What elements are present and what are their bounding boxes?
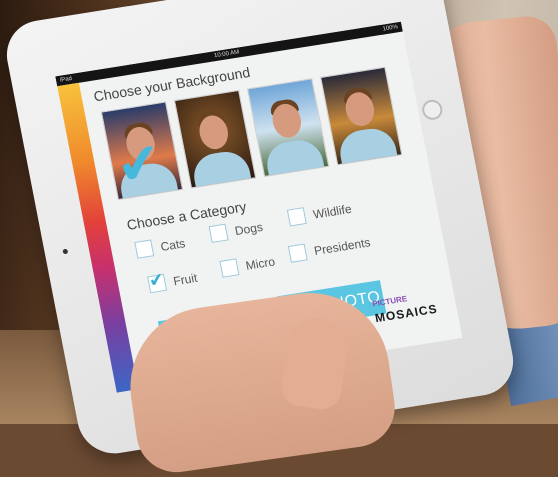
background-option-dogs[interactable] (173, 89, 257, 189)
category-label: Presidents (312, 234, 372, 258)
checkbox[interactable] (134, 239, 155, 259)
background-option-cats[interactable]: ✔ (100, 101, 184, 201)
category-label: Dogs (233, 219, 264, 238)
category-wildlife[interactable]: Wildlife (286, 200, 353, 227)
category-fruit[interactable]: ✔ Fruit (147, 269, 199, 294)
category-micro[interactable]: Micro (219, 253, 276, 278)
checkbox[interactable] (286, 207, 307, 227)
checkmark-icon: ✔ (147, 269, 166, 292)
category-label: Wildlife (311, 201, 353, 222)
category-label: Micro (244, 253, 277, 273)
battery-indicator: 100% (382, 24, 399, 33)
checkbox[interactable] (219, 258, 240, 278)
category-dogs[interactable]: Dogs (208, 218, 265, 243)
checkbox[interactable] (287, 243, 308, 263)
category-cats[interactable]: Cats (134, 234, 187, 259)
home-button[interactable] (420, 98, 445, 122)
clock: 10:00 AM (213, 49, 240, 60)
checkbox[interactable]: ✔ (147, 269, 168, 294)
category-label: Cats (159, 235, 187, 254)
category-label: Fruit (172, 270, 199, 288)
front-camera (62, 248, 69, 255)
background-option-wildlife[interactable] (246, 78, 330, 177)
background-option-sunset[interactable] (320, 66, 403, 166)
checkbox[interactable] (208, 223, 229, 243)
category-presidents[interactable]: Presidents (287, 233, 372, 263)
